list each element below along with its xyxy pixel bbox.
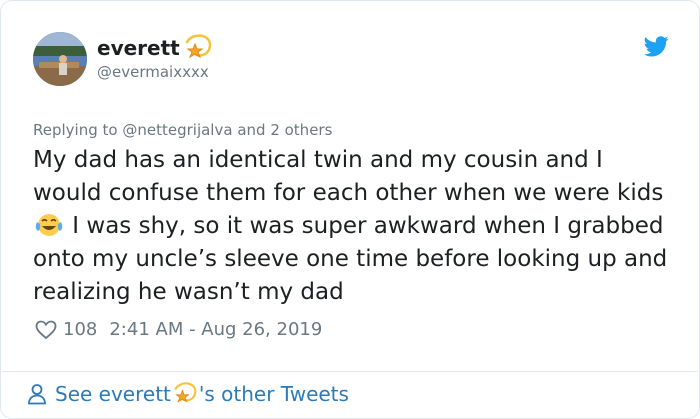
- tweet-meta: 108 2:41 AM - Aug 26, 2019: [35, 319, 322, 340]
- tweet-timestamp[interactable]: 2:41 AM - Aug 26, 2019: [109, 319, 322, 340]
- user-name[interactable]: everett: [97, 36, 180, 60]
- divider: [2, 371, 698, 372]
- profile-photo-icon: [33, 32, 87, 86]
- tweet-card: everett @evermaixxxx Replying to @netteg…: [0, 0, 700, 419]
- reply-target-link[interactable]: @nettegrijalva: [122, 121, 232, 139]
- tweet-text-part-1: My dad has an identical twin and my cous…: [33, 147, 664, 206]
- replying-to-line: Replying to @nettegrijalva and 2 others: [33, 121, 332, 139]
- like-count[interactable]: 108: [63, 319, 97, 340]
- see-prefix[interactable]: See everett: [55, 382, 171, 406]
- user-handle[interactable]: @evermaixxxx: [97, 63, 209, 81]
- dizzy-star-icon: [174, 382, 197, 403]
- replying-suffix[interactable]: and 2 others: [237, 121, 332, 139]
- twitter-bird-icon[interactable]: [644, 36, 669, 57]
- tweet-text: My dad has an identical twin and my cous…: [33, 144, 673, 309]
- heart-icon[interactable]: [35, 320, 57, 340]
- avatar[interactable]: [33, 32, 87, 86]
- see-suffix[interactable]: 's other Tweets: [199, 382, 349, 406]
- face-with-tears-of-joy-icon: [35, 214, 63, 236]
- replying-prefix: Replying to: [33, 121, 118, 139]
- user-name-row[interactable]: everett: [97, 34, 213, 62]
- see-other-tweets-link[interactable]: See everett 's other Tweets: [27, 382, 349, 406]
- dizzy-star-icon: [185, 34, 211, 59]
- tweet-text-part-2: I was shy, so it was super awkward when …: [33, 213, 668, 305]
- person-icon: [28, 384, 46, 405]
